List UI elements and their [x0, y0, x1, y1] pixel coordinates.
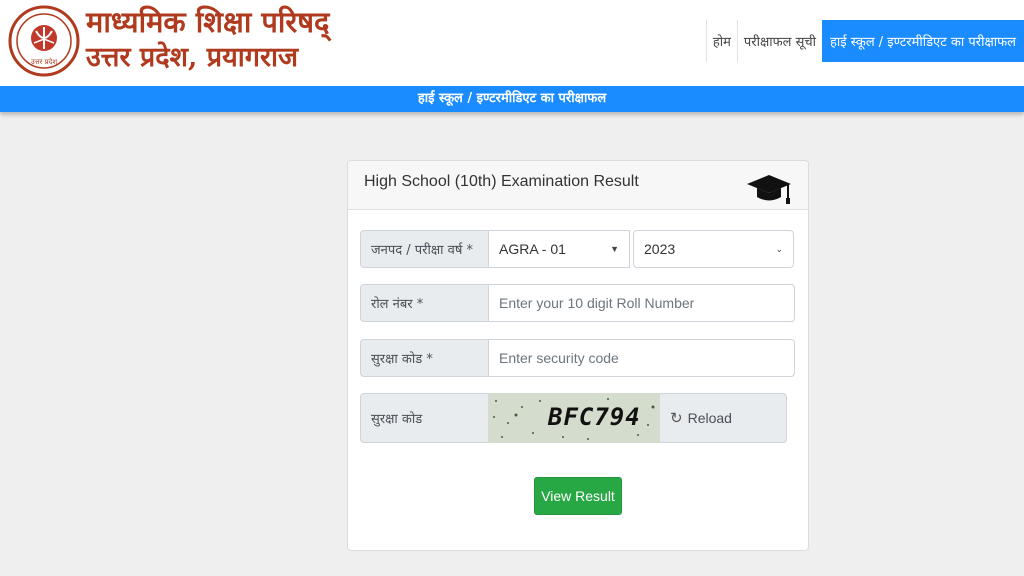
reload-captcha-button[interactable]: ↻ Reload: [660, 393, 787, 443]
captcha-label: सुरक्षा कोड: [360, 393, 488, 443]
nav-home[interactable]: होम: [705, 20, 737, 62]
org-name-line2: उत्तर प्रदेश, प्रयागराज: [86, 42, 299, 73]
nav-hs-inter-result[interactable]: हाई स्कूल / इण्टरमीडिएट का परीक्षाफल: [822, 20, 1024, 62]
year-select-value: 2023: [644, 241, 676, 257]
roll-number-input[interactable]: [488, 284, 795, 322]
org-name-line1: माध्यमिक शिक्षा परिषद्: [86, 5, 330, 39]
graduation-cap-icon: [747, 175, 791, 204]
reload-label: Reload: [687, 410, 732, 426]
result-form-card: High School (10th) Examination Result जन…: [347, 160, 809, 551]
district-select[interactable]: AGRA - 01 ▼: [488, 230, 630, 268]
captcha-code: BFC794: [548, 403, 641, 431]
roll-row: रोल नंबर *: [360, 284, 795, 322]
up-board-logo: उत्तर प्रदेश: [8, 5, 80, 77]
district-select-value: AGRA - 01: [499, 241, 566, 257]
view-result-button[interactable]: View Result: [534, 477, 622, 515]
year-select[interactable]: 2023 ⌄: [633, 230, 794, 268]
svg-text:उत्तर प्रदेश: उत्तर प्रदेश: [31, 57, 57, 66]
security-code-input[interactable]: [488, 339, 795, 377]
roll-label: रोल नंबर *: [360, 284, 488, 322]
security-label: सुरक्षा कोड *: [360, 339, 488, 377]
captcha-image: BFC794: [488, 393, 660, 443]
captcha-row: सुरक्षा कोड BFC794 ↻ Reload: [360, 393, 787, 443]
form-title: High School (10th) Examination Result: [364, 173, 639, 190]
chevron-down-icon: ▼: [610, 244, 619, 254]
card-header: High School (10th) Examination Result: [348, 161, 808, 210]
site-header: उत्तर प्रदेश माध्यमिक शिक्षा परिषद् उत्त…: [0, 0, 1024, 86]
reload-icon: ↻: [670, 410, 683, 427]
district-year-row: जनपद / परीक्षा वर्ष * AGRA - 01 ▼ 2023 ⌄: [360, 230, 795, 268]
chevron-down-icon: ⌄: [775, 243, 783, 254]
top-nav: होम परीक्षाफल सूची हाई स्कूल / इण्टरमीडि…: [705, 20, 1024, 62]
page-banner: हाई स्कूल / इण्टरमीडिएट का परीक्षाफल: [0, 86, 1024, 112]
org-name: माध्यमिक शिक्षा परिषद् उत्तर प्रदेश, प्र…: [86, 4, 329, 76]
nav-result-list[interactable]: परीक्षाफल सूची: [736, 20, 822, 62]
security-row: सुरक्षा कोड *: [360, 339, 795, 377]
district-year-label: जनपद / परीक्षा वर्ष *: [360, 230, 488, 268]
